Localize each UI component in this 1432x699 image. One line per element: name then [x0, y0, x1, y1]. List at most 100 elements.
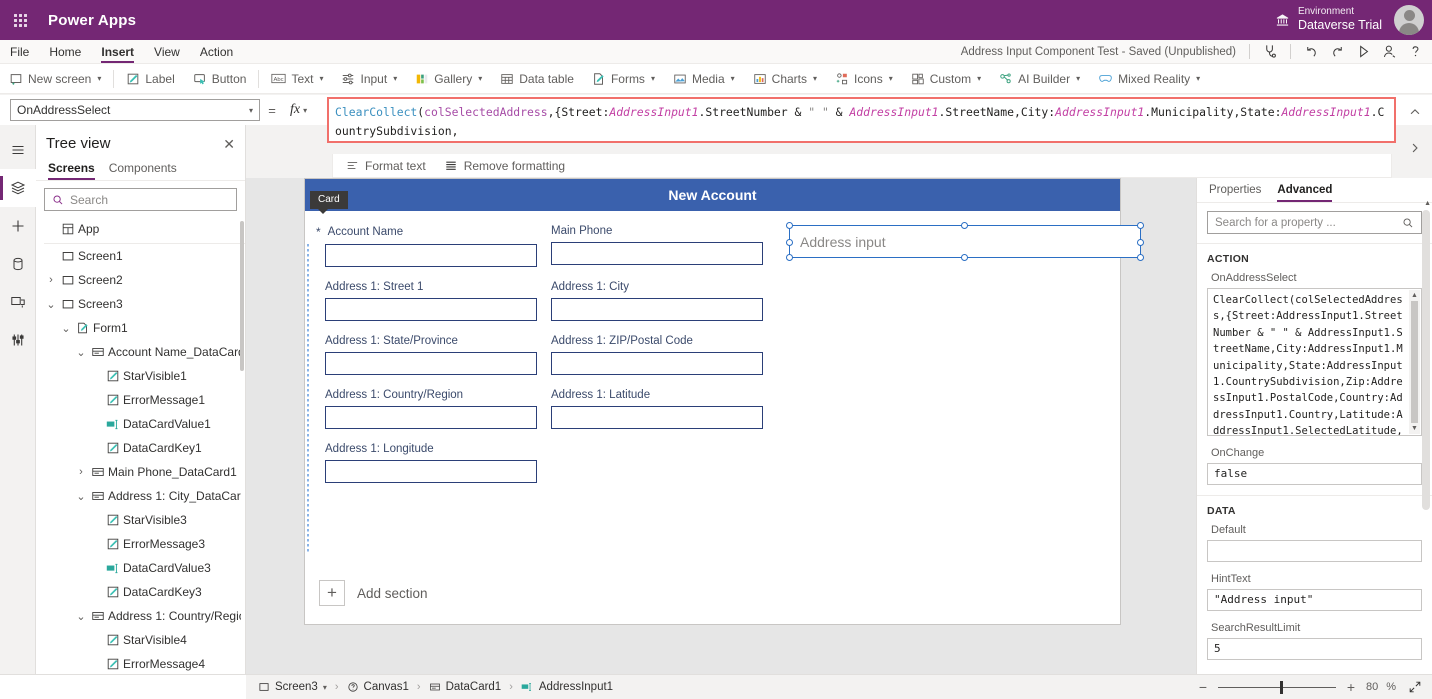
tab-advanced[interactable]: Advanced	[1277, 182, 1332, 202]
resize-handle-se[interactable]	[1137, 254, 1144, 261]
tree-node[interactable]: › Main Phone_DataCard1	[36, 460, 245, 484]
ribbon-charts[interactable]: Charts ▾	[744, 66, 826, 92]
property-value-input[interactable]	[1207, 540, 1422, 562]
resize-handle-e[interactable]	[1137, 239, 1144, 246]
fit-to-screen-icon[interactable]	[1408, 680, 1422, 694]
hamburger-icon[interactable]	[0, 131, 36, 169]
chevron-down-icon[interactable]: ⌄	[74, 346, 88, 359]
tree-node[interactable]: ErrorMessage4	[36, 652, 245, 674]
tree-node[interactable]: Screen1	[36, 244, 245, 268]
tree-node[interactable]: ⌄ Address 1: Country/Region_DataCard	[36, 604, 245, 628]
field-input[interactable]	[551, 406, 763, 429]
fx-button[interactable]: fx ▾	[284, 99, 313, 121]
app-launcher-waffle-icon[interactable]	[0, 0, 40, 40]
field-input[interactable]	[551, 242, 763, 265]
formula-bar-collapse-button[interactable]	[1402, 98, 1428, 126]
preview-play-icon[interactable]	[1350, 40, 1376, 64]
ribbon-label-btn[interactable]: Label	[117, 66, 183, 92]
menu-item-action[interactable]: Action	[190, 40, 243, 64]
tab-properties[interactable]: Properties	[1209, 182, 1261, 202]
tab-components[interactable]: Components	[109, 158, 177, 180]
add-section-row[interactable]: + Add section	[305, 562, 1120, 624]
panel-scroll-up-arrow-icon[interactable]: ▲	[1424, 200, 1431, 207]
breadcrumb-canvas1[interactable]: Canvas1	[345, 681, 411, 693]
property-value-input[interactable]: false	[1207, 463, 1422, 485]
breadcrumb-datacard1[interactable]: DataCard1	[427, 681, 504, 693]
remove-formatting-button[interactable]: Remove formatting	[444, 159, 565, 173]
chevron-right-icon[interactable]: ›	[74, 466, 88, 478]
tree-scrollbar[interactable]	[240, 221, 244, 371]
ribbon-new-screen[interactable]: New screen ▾	[0, 66, 110, 92]
field-input[interactable]	[325, 244, 537, 267]
chevron-down-icon[interactable]: ⌄	[59, 322, 73, 335]
tree-node[interactable]: DataCardValue3	[36, 556, 245, 580]
ribbon-media[interactable]: Media ▾	[664, 66, 744, 92]
panel-expand-button[interactable]	[1402, 134, 1428, 162]
zoom-in-button[interactable]: +	[1344, 679, 1358, 695]
environment-block[interactable]: Environment Dataverse Trial	[1298, 6, 1382, 34]
share-user-icon[interactable]	[1376, 40, 1402, 64]
tree-node[interactable]: ⌄ Account Name_DataCard1	[36, 340, 245, 364]
tree-node[interactable]: App	[36, 217, 245, 241]
insert-plus-icon[interactable]	[0, 207, 36, 245]
ribbon-forms[interactable]: Forms ▾	[583, 66, 664, 92]
resize-handle-nw[interactable]	[786, 222, 793, 229]
resize-handle-ne[interactable]	[1137, 222, 1144, 229]
tree-node[interactable]: › Screen2	[36, 268, 245, 292]
tree-node[interactable]: ErrorMessage1	[36, 388, 245, 412]
properties-panel-scrollbar[interactable]	[1422, 210, 1430, 510]
tree-node[interactable]: ErrorMessage3	[36, 532, 245, 556]
scrollbar-thumb[interactable]	[1411, 301, 1418, 423]
zoom-slider-thumb[interactable]	[1279, 680, 1283, 694]
formula-editor[interactable]: ClearCollect(colSelectedAddress,{Street:…	[327, 97, 1396, 143]
ribbon-text[interactable]: Abc Text ▾	[262, 66, 332, 92]
tree-node[interactable]: DataCardValue1	[36, 412, 245, 436]
ribbon-button-btn[interactable]: Button	[184, 66, 256, 92]
avatar[interactable]	[1394, 5, 1424, 35]
app-screen-canvas[interactable]: New Account Card * Account Name Main Phon…	[304, 178, 1144, 625]
field-input[interactable]	[551, 298, 763, 321]
resize-handle-s[interactable]	[961, 254, 968, 261]
property-editor-scrollbar[interactable]: ▲ ▼	[1409, 290, 1420, 434]
tree-node[interactable]: StarVisible3	[36, 508, 245, 532]
ribbon-input[interactable]: Input ▾	[332, 66, 406, 92]
ribbon-mixed-reality[interactable]: Mixed Reality ▾	[1089, 66, 1209, 92]
media-panel-icon[interactable]	[0, 283, 36, 321]
tree-node[interactable]: StarVisible1	[36, 364, 245, 388]
format-text-button[interactable]: Format text	[345, 159, 426, 173]
redo-icon[interactable]	[1324, 40, 1350, 64]
zoom-out-button[interactable]: −	[1196, 679, 1210, 695]
tree-node-list[interactable]: App Screen1 › Screen2 ⌄ Screen3 ⌄ Form1 ⌄ Account…	[36, 217, 245, 674]
field-input[interactable]	[325, 298, 537, 321]
address-input-control[interactable]: Address input	[786, 222, 1144, 261]
chevron-down-icon[interactable]: ⌄	[44, 298, 58, 311]
tree-node[interactable]: ⌄ Form1	[36, 316, 245, 340]
ribbon-custom[interactable]: Custom ▾	[902, 66, 990, 92]
tab-screens[interactable]: Screens	[48, 158, 95, 180]
property-value-input[interactable]: 5	[1207, 638, 1422, 660]
field-input[interactable]	[325, 460, 537, 483]
tree-node[interactable]: DataCardKey1	[36, 436, 245, 460]
tree-view-icon[interactable]	[0, 169, 36, 207]
tree-node[interactable]: ⌄ Address 1: City_DataCard1	[36, 484, 245, 508]
property-value-input[interactable]: "Address input"	[1207, 589, 1422, 611]
undo-icon[interactable]	[1298, 40, 1324, 64]
ribbon-ai-builder[interactable]: AI Builder ▾	[990, 66, 1089, 92]
zoom-slider[interactable]	[1217, 680, 1336, 694]
data-icon[interactable]	[0, 245, 36, 283]
chevron-down-icon[interactable]: ⌄	[74, 610, 88, 623]
chevron-right-icon[interactable]: ›	[44, 274, 58, 286]
ribbon-icons[interactable]: Icons ▾	[826, 66, 902, 92]
menu-item-home[interactable]: Home	[39, 40, 91, 64]
tree-node[interactable]: StarVisible4	[36, 628, 245, 652]
breadcrumb-addressinput1[interactable]: AddressInput1	[519, 681, 615, 693]
tree-node[interactable]: DataCardKey3	[36, 580, 245, 604]
resize-handle-sw[interactable]	[786, 254, 793, 261]
field-input[interactable]	[325, 406, 537, 429]
property-search-input[interactable]: Search for a property ...	[1207, 211, 1422, 234]
advanced-tools-icon[interactable]	[0, 321, 36, 359]
property-value-editor[interactable]: ClearCollect(colSelectedAddress,{Street:…	[1207, 288, 1422, 436]
menu-item-file[interactable]: File	[0, 40, 39, 64]
add-section-plus-icon[interactable]: +	[319, 580, 345, 606]
property-select[interactable]: OnAddressSelect ▾	[10, 99, 260, 121]
